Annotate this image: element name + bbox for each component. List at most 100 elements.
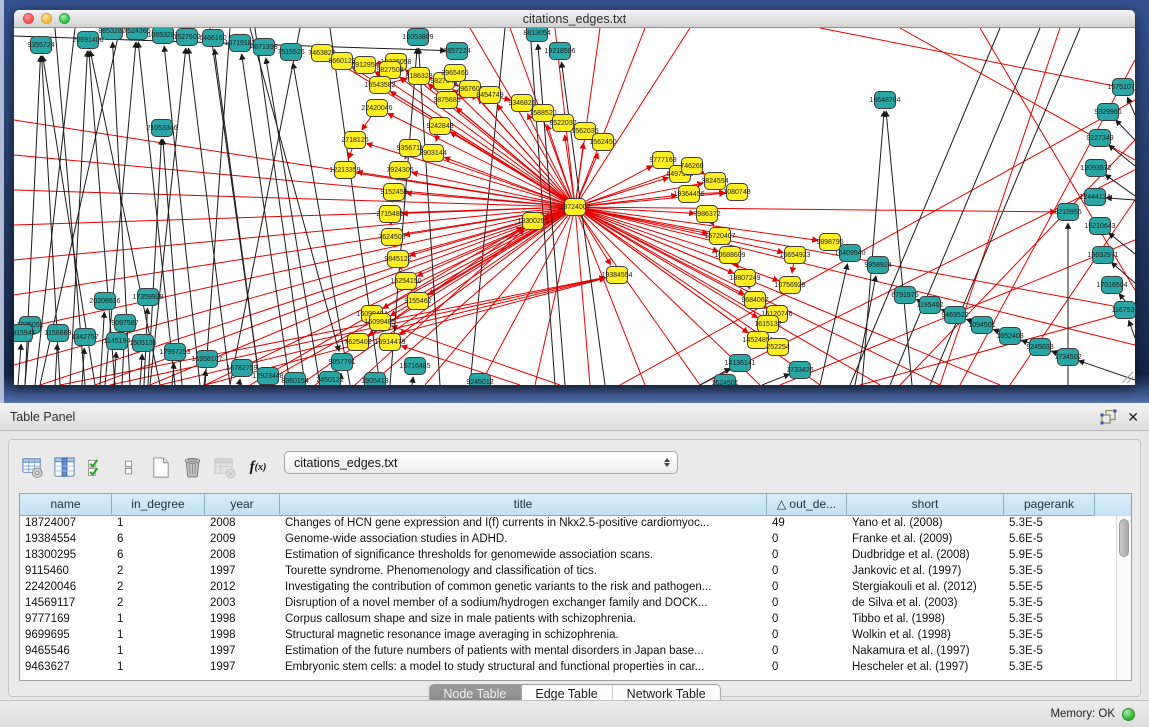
column-header-name[interactable]: name — [20, 494, 112, 516]
black-edge[interactable] — [412, 377, 413, 385]
graph-node[interactable]: 17016504 — [1096, 277, 1127, 294]
graph-node[interactable]: 1624501 — [711, 375, 738, 386]
red-edge[interactable] — [620, 100, 1135, 385]
graph-node[interactable]: 1905413 — [361, 373, 388, 386]
new-table-icon[interactable] — [147, 454, 173, 480]
graph-node[interactable]: 7986372 — [693, 206, 720, 223]
red-edge[interactable] — [582, 211, 758, 318]
column-header-out_degree[interactable]: △ out_de... — [767, 494, 847, 516]
red-edge[interactable] — [792, 263, 794, 273]
graph-node[interactable]: 7515526 — [277, 44, 304, 61]
red-edge[interactable] — [14, 209, 567, 365]
graph-node[interactable]: 1505135 — [129, 335, 156, 352]
graph-node[interactable]: 15751074 — [1107, 79, 1135, 96]
red-edge[interactable] — [450, 132, 568, 203]
graph-node[interactable]: 1195402 — [917, 297, 944, 314]
red-edge[interactable] — [110, 278, 605, 385]
graph-node[interactable]: 12093572 — [1080, 160, 1111, 177]
graph-node[interactable]: 12444134 — [1079, 189, 1110, 206]
table-row[interactable]: 977716911998Corpus callosum shape and si… — [20, 612, 1131, 628]
black-edge[interactable] — [250, 28, 339, 351]
graph-node[interactable]: 252254 — [766, 339, 789, 356]
graph-node[interactable]: 1734502 — [1054, 349, 1081, 366]
graph-node[interactable]: 2903144 — [419, 145, 446, 162]
graph-node[interactable]: 6466160 — [199, 30, 226, 47]
graph-node[interactable]: 6791975 — [891, 287, 918, 304]
red-edge[interactable] — [583, 209, 1135, 345]
column-header-year[interactable]: year — [205, 494, 280, 516]
column-header-in_degree[interactable]: in_degree — [112, 494, 205, 516]
table-scrollbar[interactable] — [1116, 516, 1131, 681]
network-canvas[interactable]: 1872400718300295193845549777169649756874… — [14, 28, 1135, 385]
graph-node[interactable]: 9152459 — [380, 184, 407, 201]
graph-node[interactable]: 2715481 — [376, 206, 403, 223]
table-row[interactable]: 1456911722003Disruption of a novel membe… — [20, 596, 1131, 612]
graph-node[interactable]: 9469522 — [941, 307, 968, 324]
table-options-icon[interactable] — [19, 454, 45, 480]
graph-node[interactable]: 9845122 — [384, 251, 411, 268]
function-builder-icon[interactable]: f(x) — [243, 454, 273, 480]
table-row[interactable]: 1938455462009Genome-wide association stu… — [20, 532, 1131, 548]
clear-selection-icon[interactable] — [115, 454, 141, 480]
show-columns-icon[interactable] — [51, 454, 77, 480]
graph-node[interactable]: 2718126 — [341, 132, 368, 149]
red-edge[interactable] — [535, 215, 573, 385]
graph-node[interactable]: 1167532 — [1112, 302, 1135, 319]
black-edge[interactable] — [820, 264, 848, 385]
graph-node[interactable]: 16914479 — [374, 334, 405, 351]
table-row[interactable]: 1872400712008Changes of HCN gene express… — [20, 516, 1131, 532]
graph-node[interactable]: 7625402 — [344, 334, 371, 351]
graph-node[interactable]: 9958924 — [864, 257, 891, 274]
graph-node[interactable]: 15720407 — [704, 228, 735, 245]
graph-node[interactable]: 8215955 — [1054, 204, 1081, 221]
red-edge[interactable] — [580, 214, 700, 385]
graph-node[interactable]: 1615132 — [754, 316, 781, 333]
table-row[interactable]: 2242004622012Investigating the contribut… — [20, 580, 1131, 596]
scrollbar-thumb[interactable] — [1119, 519, 1129, 557]
black-edge[interactable] — [239, 379, 240, 385]
graph-node[interactable]: 8454749 — [476, 87, 503, 104]
graph-node[interactable]: 746266 — [680, 158, 703, 175]
graph-node[interactable]: 16543582 — [364, 77, 395, 94]
graph-node[interactable]: 1094501 — [968, 317, 995, 334]
column-header-title[interactable]: title — [280, 494, 767, 516]
column-header-pagerank[interactable]: pagerank — [1004, 494, 1095, 516]
graph-node[interactable]: 16053809 — [402, 29, 433, 46]
graph-node[interactable]: 5912954 — [351, 57, 378, 74]
graph-node[interactable]: 9245012 — [466, 374, 493, 386]
graph-node[interactable]: 4671398 — [250, 39, 277, 56]
red-edge[interactable] — [583, 178, 669, 205]
graph-node[interactable]: 9097587 — [111, 315, 138, 332]
graph-node[interactable]: 9346821 — [508, 95, 535, 112]
graph-node[interactable]: 19218506 — [544, 43, 575, 60]
red-edge[interactable] — [582, 166, 652, 204]
graph-node[interactable]: 10756928 — [774, 277, 805, 294]
graph-node[interactable]: 8813054 — [523, 28, 550, 42]
graph-node[interactable]: 16210643 — [1084, 218, 1115, 235]
graph-node[interactable]: 3915941 — [14, 325, 36, 342]
graph-node[interactable]: 20206536 — [89, 293, 120, 310]
black-edge[interactable] — [1116, 120, 1135, 140]
graph-node[interactable]: 16648784 — [869, 92, 900, 109]
graph-node[interactable]: 15716485 — [399, 358, 430, 375]
close-window-icon[interactable] — [23, 13, 34, 24]
graph-node[interactable]: 12213359 — [329, 162, 360, 179]
graph-node[interactable]: 1080748 — [723, 184, 750, 201]
graph-node[interactable]: 1562450 — [589, 134, 616, 151]
graph-node[interactable]: 1652403 — [996, 328, 1023, 345]
graph-node[interactable]: 9242848 — [426, 118, 453, 135]
memory-ok-indicator-icon[interactable] — [1122, 708, 1135, 721]
graph-node[interactable]: 16254150 — [390, 273, 421, 290]
graph-node[interactable]: 1527602 — [173, 29, 200, 46]
graph-node[interactable]: 1145194 — [104, 333, 131, 350]
black-edge[interactable] — [100, 312, 104, 385]
graph-node[interactable]: 9827508 — [376, 62, 403, 79]
column-header-short[interactable]: short — [847, 494, 1004, 516]
graph-node[interactable]: 18807249 — [729, 270, 760, 287]
graph-node[interactable]: 2450122 — [316, 372, 343, 386]
black-edge[interactable] — [266, 58, 320, 385]
network-graph[interactable]: 1872400718300295193845549777169649756874… — [14, 28, 1135, 385]
close-panel-icon[interactable]: ✕ — [1127, 410, 1139, 424]
graph-node[interactable]: 7624503 — [378, 229, 405, 246]
float-panel-icon[interactable] — [1100, 409, 1117, 425]
